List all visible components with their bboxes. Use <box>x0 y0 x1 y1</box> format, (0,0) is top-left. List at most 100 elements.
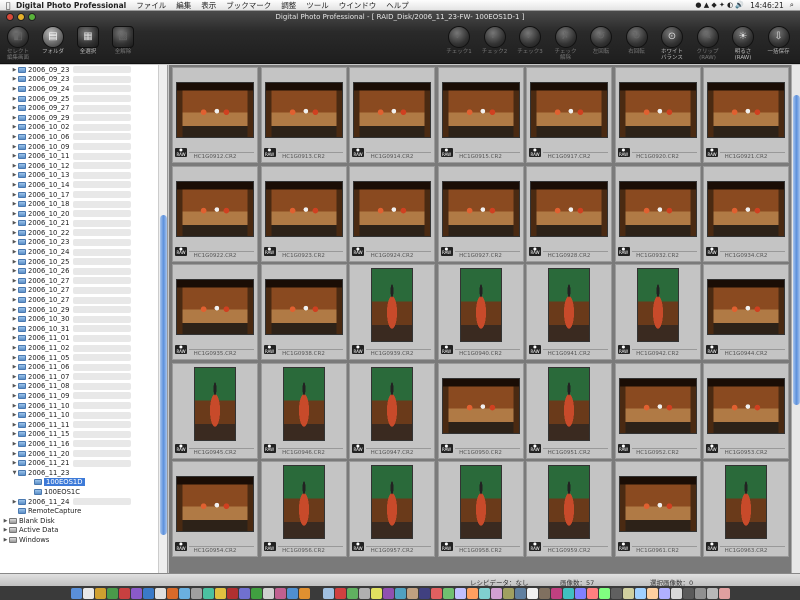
disclosure-collapsed-icon[interactable]: ▶ <box>11 124 18 130</box>
photo-thumbnail[interactable] <box>618 377 697 434</box>
dock-app-icon[interactable] <box>358 587 370 599</box>
tree-folder[interactable]: ▶ 2006_11_07 <box>0 372 158 382</box>
thumbnail-cell[interactable]: ● RAW HC1G0961.CR2 <box>614 461 701 557</box>
tree-folder[interactable]: ▶ 2006_10_06 <box>0 132 158 142</box>
disclosure-collapsed-icon[interactable]: ▶ <box>11 163 18 169</box>
dock-app-icon[interactable] <box>322 587 334 599</box>
dock-app-icon[interactable] <box>334 587 346 599</box>
check1-button[interactable]: ✓ チェック1 <box>443 26 475 55</box>
tree-folder[interactable]: ▶ 2006_11_11 <box>0 420 158 430</box>
disclosure-collapsed-icon[interactable]: ▶ <box>11 364 18 370</box>
tree-folder[interactable]: 100EOS1C <box>0 487 158 497</box>
disclosure-collapsed-icon[interactable]: ▶ <box>11 220 18 226</box>
menu-item[interactable]: ヘルプ <box>386 0 409 11</box>
thumbnail-cell[interactable]: ● RAW HC1G0935.CR2 <box>172 264 258 360</box>
menu-item[interactable]: ブックマーク <box>226 0 271 11</box>
dock-app-icon[interactable] <box>250 587 262 599</box>
dock-app-icon[interactable] <box>178 587 190 599</box>
photo-thumbnail[interactable] <box>707 377 785 434</box>
dock-app-icon[interactable] <box>274 587 286 599</box>
photo-thumbnail[interactable] <box>441 377 520 434</box>
photo-thumbnail[interactable] <box>371 465 413 539</box>
disclosure-collapsed-icon[interactable]: ▶ <box>11 192 18 198</box>
thumbnail-cell[interactable]: ● RAW HC1G0932.CR2 <box>614 165 701 262</box>
tree-folder[interactable]: ▶ 2006_11_06 <box>0 362 158 372</box>
photo-thumbnail[interactable] <box>176 82 254 138</box>
thumbnail-cell[interactable]: ● RAW HC1G0958.CR2 <box>437 461 524 557</box>
dock-app-icon[interactable] <box>310 587 322 599</box>
dock-app-icon[interactable] <box>226 587 238 599</box>
dock-app-icon[interactable] <box>658 587 670 599</box>
batch-save-button[interactable]: ⇩ 一括保存 <box>763 26 795 55</box>
disclosure-collapsed-icon[interactable]: ▶ <box>11 134 18 140</box>
disclosure-collapsed-icon[interactable]: ▶ <box>11 182 18 188</box>
dock-app-icon[interactable] <box>238 587 250 599</box>
thumbnail-scrollbar[interactable] <box>791 65 800 573</box>
tree-folder[interactable]: ▶ 2006_10_13 <box>0 171 158 181</box>
thumbnail-cell[interactable]: ● RAW HC1G0927.CR2 <box>437 165 524 262</box>
minimize-window-button[interactable] <box>17 13 25 21</box>
thumbnail-cell[interactable]: ● RAW HC1G0946.CR2 <box>260 362 347 459</box>
photo-thumbnail[interactable] <box>441 82 520 138</box>
tree-folder[interactable]: ▶ 2006_11_09 <box>0 391 158 401</box>
dock-app-icon[interactable] <box>574 587 586 599</box>
menu-item[interactable]: 表示 <box>201 0 216 11</box>
dock-app-icon[interactable] <box>670 587 682 599</box>
tree-folder[interactable]: ▶ 2006_11_24 <box>0 497 158 507</box>
menu-item[interactable]: ウインドウ <box>339 0 377 11</box>
tree-folder[interactable]: ▶ 2006_10_14 <box>0 180 158 190</box>
thumbnail-cell[interactable]: ● RAW HC1G0952.CR2 <box>614 362 701 459</box>
disclosure-collapsed-icon[interactable]: ▶ <box>11 499 18 505</box>
dock-app-icon[interactable] <box>142 587 154 599</box>
clock[interactable]: 14:46:21 <box>750 1 784 10</box>
tree-folder[interactable]: ▶ 2006_11_08 <box>0 382 158 392</box>
thumbnail-cell[interactable]: ● RAW HC1G0941.CR2 <box>526 264 612 360</box>
dock-app-icon[interactable] <box>634 587 646 599</box>
tree-folder[interactable]: ▶ 2006_11_01 <box>0 334 158 344</box>
tree-folder[interactable]: ▶ 2006_11_02 <box>0 343 158 353</box>
thumbnail-cell[interactable]: ● RAW HC1G0934.CR2 <box>703 165 789 262</box>
disclosure-collapsed-icon[interactable]: ▶ <box>2 518 9 524</box>
dock-app-icon[interactable] <box>118 587 130 599</box>
thumbnail-cell[interactable]: ● RAW HC1G0914.CR2 <box>349 67 435 163</box>
dock-app-icon[interactable] <box>646 587 658 599</box>
thumbnail-cell[interactable]: ● RAW HC1G0954.CR2 <box>172 461 258 557</box>
sidebar-scrollbar[interactable] <box>158 65 167 573</box>
photo-thumbnail[interactable] <box>548 366 590 441</box>
tree-folder[interactable]: ▶ 2006_10_17 <box>0 190 158 200</box>
disclosure-collapsed-icon[interactable]: ▶ <box>2 527 9 533</box>
thumbnail-scroll-thumb[interactable] <box>793 95 800 405</box>
tree-folder[interactable]: ▶ 2006_10_26 <box>0 266 158 276</box>
dock-app-icon[interactable] <box>502 587 514 599</box>
dock-app-icon[interactable] <box>286 587 298 599</box>
disclosure-collapsed-icon[interactable]: ▶ <box>11 105 18 111</box>
tree-folder[interactable]: ▶ 2006_10_12 <box>0 161 158 171</box>
thumbnail-cell[interactable]: ● RAW HC1G0920.CR2 <box>614 67 701 163</box>
app-menu[interactable]: Digital Photo Professional <box>16 1 126 10</box>
tree-folder[interactable]: ▶ 2006_11_10 <box>0 401 158 411</box>
dock-app-icon[interactable] <box>394 587 406 599</box>
disclosure-collapsed-icon[interactable]: ▶ <box>11 201 18 207</box>
dock-app-icon[interactable] <box>442 587 454 599</box>
thumbnail-cell[interactable]: ● RAW HC1G0912.CR2 <box>172 67 258 163</box>
tree-folder[interactable]: RemoteCapture <box>0 506 158 516</box>
tree-drive[interactable]: ▶ Active Data <box>0 526 158 536</box>
menu-item[interactable]: 調整 <box>281 0 296 11</box>
disclosure-collapsed-icon[interactable]: ▶ <box>11 451 18 457</box>
tree-folder[interactable]: ▶ 2006_10_31 <box>0 324 158 334</box>
dock-app-icon[interactable] <box>214 587 226 599</box>
photo-thumbnail[interactable] <box>194 366 236 441</box>
dock-app-icon[interactable] <box>262 587 274 599</box>
disclosure-expanded-icon[interactable]: ▼ <box>11 470 18 476</box>
tree-folder[interactable]: ▶ 2006_10_22 <box>0 228 158 238</box>
thumbnail-cell[interactable]: ● RAW HC1G0940.CR2 <box>437 264 524 360</box>
apple-menu-icon[interactable]:  <box>0 1 16 10</box>
tree-folder[interactable]: ▶ 2006_10_27 <box>0 286 158 296</box>
tree-folder[interactable]: ▶ 2006_10_27 <box>0 276 158 286</box>
disclosure-collapsed-icon[interactable]: ▶ <box>11 345 18 351</box>
tree-folder[interactable]: ▶ 2006_10_27 <box>0 295 158 305</box>
deselect-all-button[interactable]: ▧ 全解除 <box>107 26 139 55</box>
disclosure-collapsed-icon[interactable]: ▶ <box>11 422 18 428</box>
zoom-window-button[interactable] <box>28 13 36 21</box>
disclosure-collapsed-icon[interactable]: ▶ <box>11 374 18 380</box>
